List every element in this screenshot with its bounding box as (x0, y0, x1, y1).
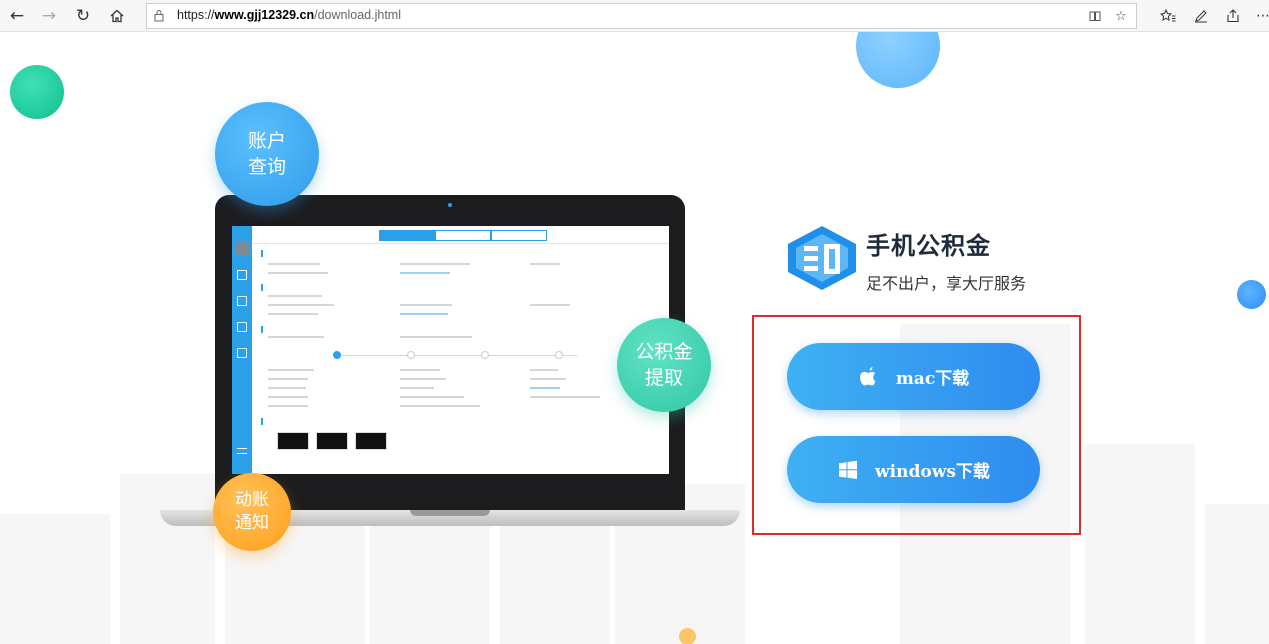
app-text-line (400, 313, 448, 315)
app-step (333, 351, 341, 359)
skyline-building (120, 474, 215, 644)
app-text-line (268, 387, 306, 389)
app-text-line (400, 369, 440, 371)
url-prefix: https:// (177, 8, 215, 22)
decor-ball-orange (679, 628, 696, 644)
app-section-heading (261, 326, 277, 333)
address-bar[interactable]: https://www.gjj12329.cn/download.jhtml ☆ (146, 3, 1137, 29)
app-tab (379, 230, 435, 241)
app-text-line (400, 272, 450, 274)
apple-icon (858, 366, 880, 388)
mac-download-button[interactable]: mac下载 (787, 343, 1040, 410)
app-screenshot (232, 226, 669, 474)
account-bubble-line2: 查询 (247, 156, 286, 178)
app-text-line (268, 313, 318, 315)
skyline-building (0, 514, 110, 644)
app-step (407, 351, 415, 359)
app-title: 手机公积金 (866, 232, 991, 260)
skyline-building (500, 524, 610, 644)
back-icon[interactable]: ← (4, 4, 30, 28)
app-thumbnail (277, 432, 309, 450)
app-text-line (400, 405, 480, 407)
windows-download-button[interactable]: windows下载 (787, 436, 1040, 503)
windows-download-label: windows下载 (875, 462, 990, 482)
account-bubble-line1: 账户 (247, 130, 286, 152)
app-section-heading (261, 418, 277, 425)
pen-icon[interactable] (1188, 4, 1214, 28)
app-text-line (268, 295, 322, 297)
account-notice-bubble: 动账 通知 (213, 473, 291, 551)
forward-icon[interactable]: → (36, 4, 62, 28)
url-path: /download.jhtml (314, 8, 401, 22)
favorites-icon[interactable] (1155, 4, 1181, 28)
avatar (235, 242, 249, 256)
app-logo-icon (788, 226, 856, 290)
account-query-bubble: 账户 查询 (215, 102, 319, 206)
home-icon[interactable] (104, 4, 130, 28)
home-icon (237, 270, 247, 280)
url-domain: www.gjj12329.cn (214, 8, 315, 22)
laptop-camera (448, 203, 452, 207)
browser-toolbar: ← → ↻ https://www.gjj12329.cn/download.j… (0, 0, 1269, 32)
app-text-line (268, 336, 324, 338)
app-text-line (530, 387, 560, 389)
skyline-building (1205, 504, 1269, 644)
app-text-line (400, 336, 472, 338)
favorite-star-icon[interactable]: ☆ (1111, 7, 1131, 25)
app-text-line (268, 405, 308, 407)
skyline-building (1085, 444, 1195, 644)
app-tab (491, 230, 547, 241)
app-text-line (400, 378, 446, 380)
print-icon (237, 322, 247, 332)
decor-ball-green (10, 65, 64, 119)
share-icon[interactable] (1220, 4, 1246, 28)
decor-ball-small-blue (1237, 280, 1266, 309)
app-text-line (268, 263, 320, 265)
notice-bubble-line1: 动账 (235, 490, 269, 510)
app-step (555, 351, 563, 359)
app-text-line (530, 304, 570, 306)
notice-bubble-line2: 通知 (235, 513, 269, 533)
app-text-line (400, 396, 464, 398)
app-text-line (400, 304, 452, 306)
app-text-line (268, 272, 328, 274)
app-text-line (530, 263, 560, 265)
laptop-notch (410, 510, 490, 516)
app-text-line (530, 369, 558, 371)
app-text-line (268, 369, 314, 371)
decor-ball-blue (856, 32, 940, 88)
app-text-line (400, 387, 434, 389)
app-topbar (252, 226, 669, 244)
fund-bubble-line1: 公积金 (635, 341, 693, 363)
app-step (481, 351, 489, 359)
document-icon (237, 296, 247, 306)
windows-icon (837, 459, 859, 481)
app-tab (435, 230, 491, 241)
download-page: 账户 查询 公积金 提取 动账 通知 手机公积金 足不出户，享大厅服务 mac下… (0, 32, 1269, 644)
reading-view-icon[interactable] (1085, 7, 1105, 25)
url-text: https://www.gjj12329.cn/download.jhtml (177, 8, 401, 22)
app-section-heading (261, 250, 277, 257)
app-text-line (268, 304, 334, 306)
app-text-line (530, 378, 566, 380)
app-step-track (337, 355, 577, 356)
menu-icon (237, 448, 247, 454)
app-section-heading (261, 284, 277, 291)
app-text-line (530, 396, 600, 398)
app-thumbnail (316, 432, 348, 450)
fund-withdraw-bubble: 公积金 提取 (617, 318, 711, 412)
app-text-line (268, 378, 308, 380)
mac-download-label: mac下载 (895, 369, 970, 389)
more-icon[interactable]: ⋯ (1250, 4, 1269, 28)
lock-icon (154, 10, 164, 22)
app-slogan: 足不出户，享大厅服务 (866, 274, 1027, 293)
refresh-icon[interactable]: ↻ (70, 4, 96, 28)
app-text-line (268, 396, 308, 398)
app-sidebar (232, 226, 252, 474)
fund-bubble-line2: 提取 (644, 367, 683, 389)
app-thumbnail (355, 432, 387, 450)
toolbox-icon (237, 348, 247, 358)
app-text-line (400, 263, 470, 265)
